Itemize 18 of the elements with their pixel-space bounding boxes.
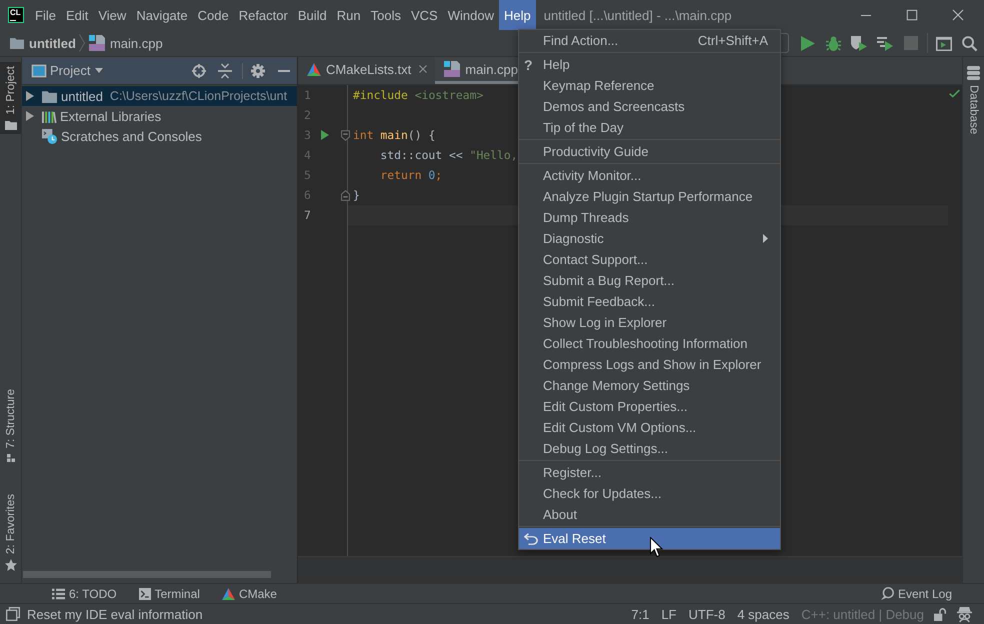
- line-number: 2: [304, 108, 311, 122]
- question-mark: ?: [524, 56, 533, 72]
- path-text: C:\Users\uzzf\CLionProjects\unt: [110, 89, 288, 103]
- line-number: 1: [304, 88, 311, 102]
- code-line: int main() {: [353, 128, 436, 142]
- code-line: #include <iostream>: [353, 88, 484, 102]
- code-line: std::cout << "Hello,: [379, 148, 518, 162]
- code-line: }: [353, 188, 360, 202]
- line-number: 6: [304, 188, 311, 202]
- line-number: 3: [304, 128, 311, 142]
- line-number: 7: [304, 208, 311, 222]
- window-title: untitled [...\untitled] - ...\main.cpp: [544, 8, 732, 22]
- line-number: 4: [304, 148, 311, 162]
- line-number: 5: [304, 168, 311, 182]
- shortcut-text: Ctrl+Shift+A: [698, 33, 768, 48]
- status-message: Reset my IDE eval information: [27, 606, 203, 622]
- code-line: return 0;: [379, 168, 442, 182]
- app-logo: CL: [8, 7, 24, 23]
